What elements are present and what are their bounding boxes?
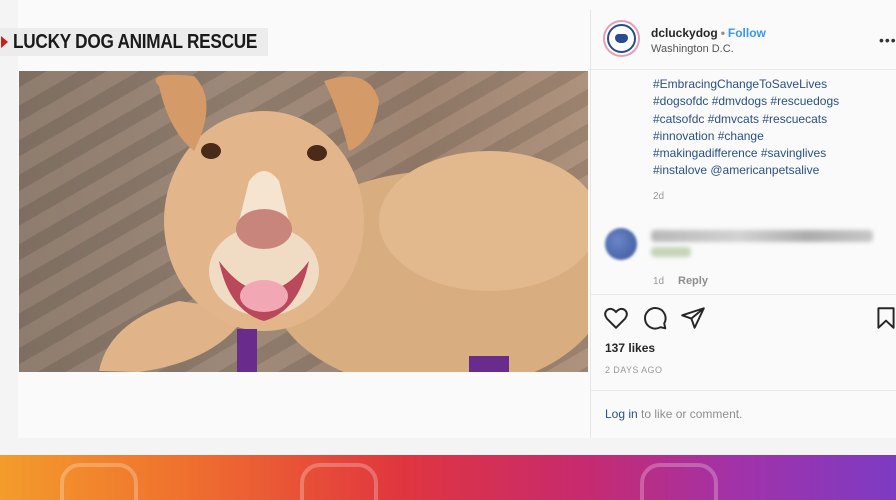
caption: #EmbracingChangeToSaveLives #dogsofdc #d…	[653, 76, 889, 180]
instagram-gradient-band	[0, 455, 896, 500]
comment-age: 1d	[653, 276, 665, 287]
comment-icon[interactable]	[642, 305, 668, 331]
caption-line[interactable]: #innovation #change	[653, 128, 889, 145]
instagram-logo-watermark	[300, 463, 378, 500]
profile-avatar[interactable]	[603, 20, 640, 57]
caption-line[interactable]: #dogsofdc #dmvdogs #rescuedogs	[653, 93, 889, 110]
chyron-arrow-icon	[1, 36, 8, 48]
post-timestamp: 2 DAYS AGO	[605, 365, 663, 375]
post-header: dcluckydog • Follow Washington D.C. •••	[591, 10, 896, 70]
blurred-comment-text	[651, 230, 873, 242]
broadcast-frame: LUCKY DOG ANIMAL RESCUE dcluckydog • Fol…	[0, 0, 896, 455]
login-prompt-text: Log in to like or comment.	[605, 407, 742, 421]
username-line: dcluckydog • Follow	[651, 26, 766, 40]
login-prompt: Log in to like or comment.	[591, 390, 896, 438]
bookmark-icon[interactable]	[873, 305, 896, 331]
username-link[interactable]: dcluckydog	[651, 26, 718, 40]
post-actions: 137 likes 2 DAYS AGO	[591, 294, 896, 384]
caption-line[interactable]: #instalove @americanpetsalive	[653, 162, 889, 179]
post-photo[interactable]	[19, 71, 588, 372]
instagram-logo-watermark	[60, 463, 138, 500]
login-link[interactable]: Log in	[605, 407, 638, 421]
caption-age: 2d	[653, 191, 665, 202]
separator-dot: •	[720, 26, 725, 40]
news-chyron: LUCKY DOG ANIMAL RESCUE	[0, 28, 268, 56]
instagram-logo-watermark	[640, 463, 718, 500]
likes-count[interactable]: 137 likes	[605, 341, 655, 355]
follow-button[interactable]: Follow	[728, 26, 766, 40]
more-options-icon[interactable]: •••	[879, 32, 896, 48]
chyron-label: LUCKY DOG ANIMAL RESCUE	[13, 30, 258, 53]
location-link[interactable]: Washington D.C.	[651, 43, 734, 55]
login-prompt-rest: to like or comment.	[637, 407, 743, 421]
dog-illustration	[99, 74, 588, 372]
caption-line[interactable]: #EmbracingChangeToSaveLives	[653, 76, 889, 93]
caption-line[interactable]: #catsofdc #dmvcats #rescuecats	[653, 111, 889, 128]
heart-icon[interactable]	[603, 305, 629, 331]
post-side-panel: dcluckydog • Follow Washington D.C. ••• #E…	[590, 10, 896, 438]
blurred-comment-text	[651, 247, 691, 257]
caption-line[interactable]: #makingadifference #savinglives	[653, 145, 889, 162]
share-icon[interactable]	[680, 305, 706, 331]
reply-button[interactable]: Reply	[678, 275, 708, 287]
dog-logo-icon	[607, 24, 636, 53]
commenter-avatar[interactable]	[605, 228, 637, 260]
